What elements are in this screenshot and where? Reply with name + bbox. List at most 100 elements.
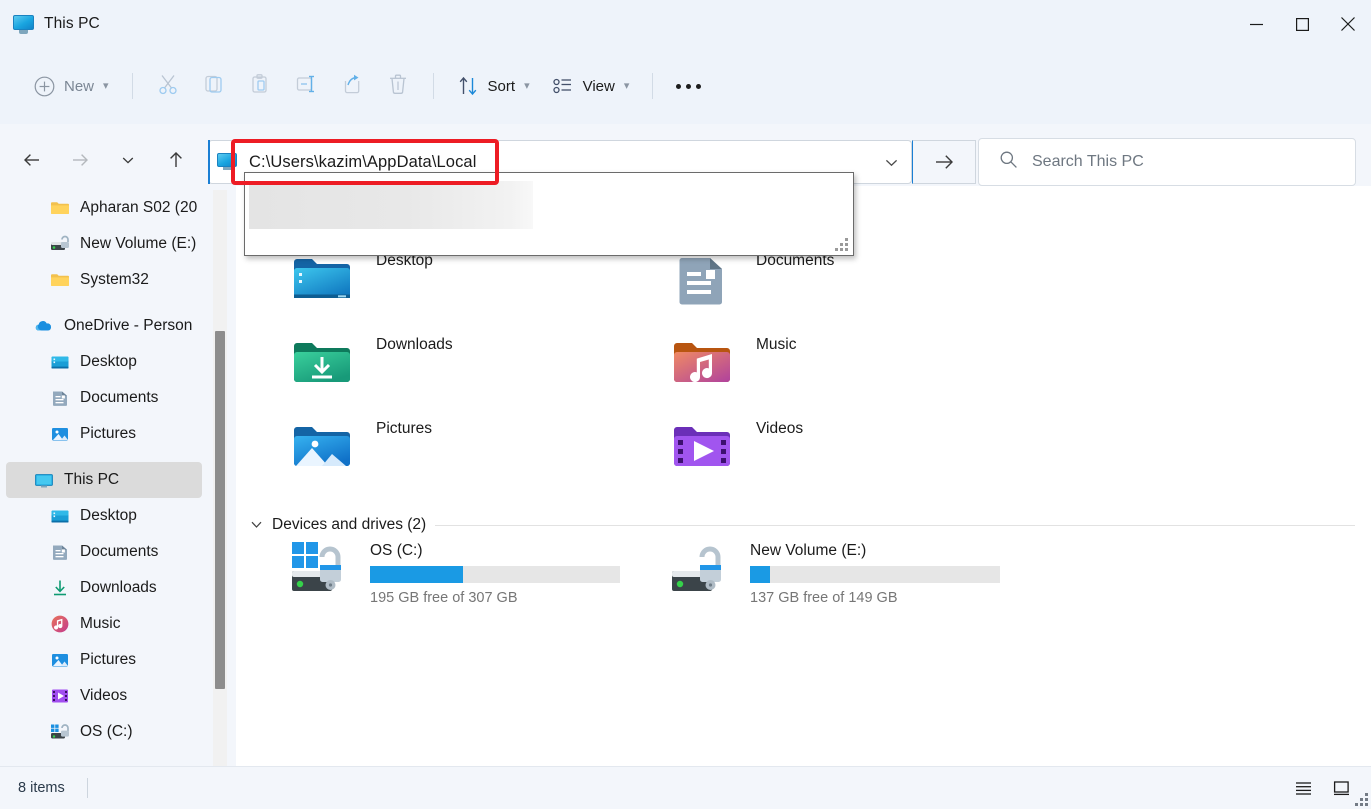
delete-button[interactable]	[375, 66, 421, 106]
music-note-icon	[50, 614, 70, 634]
rename-button[interactable]	[283, 66, 329, 106]
sidebar-item-label: Documents	[80, 389, 158, 407]
folder-tile-desktop[interactable]: Desktop	[290, 248, 670, 332]
view-button[interactable]: View ▾	[541, 66, 641, 106]
sidebar-item-apharan-s02[interactable]: Apharan S02 (20	[6, 190, 202, 226]
sidebar-item-os-c[interactable]: OS (C:)	[6, 714, 202, 750]
folder-tile-label: Downloads	[376, 332, 453, 354]
sidebar-item-label: Pictures	[80, 651, 136, 669]
navigation-pane[interactable]: Apharan S02 (20 New Volume (E:) System32…	[0, 186, 206, 766]
onedrive-cloud-icon	[34, 316, 54, 336]
folder-tile-music[interactable]: Music	[670, 332, 1050, 416]
desktop-folder-icon	[50, 506, 70, 526]
folder-tile-videos[interactable]: Videos	[670, 416, 1050, 500]
drive-usage-fill	[370, 566, 463, 583]
sidebar-item-onedrive-documents[interactable]: Documents	[6, 380, 202, 416]
sidebar-item-system32[interactable]: System32	[6, 262, 202, 298]
status-divider	[87, 778, 88, 798]
documents-folder-icon	[670, 248, 734, 312]
sidebar-item-desktop[interactable]: Desktop	[6, 498, 202, 534]
drive-name: New Volume (E:)	[750, 542, 866, 559]
copy-button[interactable]	[191, 66, 237, 106]
rename-icon	[295, 73, 317, 100]
this-pc-monitor-icon	[13, 15, 34, 34]
drive-icon	[670, 540, 736, 598]
view-button-label: View	[583, 78, 615, 95]
sort-button-label: Sort	[488, 78, 516, 95]
close-button[interactable]	[1325, 0, 1371, 48]
desktop-folder-icon	[290, 248, 354, 312]
back-arrow-icon	[22, 150, 42, 175]
music-folder-icon	[670, 332, 734, 396]
folder-tile-documents[interactable]: Documents	[670, 248, 1050, 332]
drive-tile-os-c[interactable]: OS (C:) 195 GB free of 307 GB	[290, 540, 670, 632]
list-view-toggle[interactable]	[1287, 773, 1319, 803]
documents-folder-icon	[50, 542, 70, 562]
sidebar-item-onedrive-pictures[interactable]: Pictures	[6, 416, 202, 452]
sidebar-item-label: Desktop	[80, 353, 137, 371]
search-box[interactable]: Search This PC	[978, 138, 1356, 186]
go-to-button[interactable]	[912, 140, 976, 184]
forward-button[interactable]	[62, 144, 98, 180]
details-view-toggle[interactable]	[1325, 773, 1357, 803]
sidebar-item-music[interactable]: Music	[6, 606, 202, 642]
sidebar-item-label: Documents	[80, 543, 158, 561]
file-list-pane[interactable]: Desktop Documents	[236, 186, 1371, 766]
sidebar-item-documents[interactable]: Documents	[6, 534, 202, 570]
sidebar-item-label: OneDrive - Person	[64, 317, 192, 335]
folder-icon	[50, 270, 70, 290]
view-list-icon	[552, 75, 574, 97]
address-suggestions-flyout[interactable]	[244, 172, 854, 256]
downloads-folder-icon	[290, 332, 354, 396]
folder-tile-downloads[interactable]: Downloads	[290, 332, 670, 416]
search-placeholder: Search This PC	[1032, 153, 1144, 171]
sidebar-item-label: New Volume (E:)	[80, 235, 196, 253]
chevron-down-icon[interactable]	[250, 518, 263, 533]
toolbar-divider-3	[652, 73, 653, 99]
flyout-resize-grip[interactable]	[836, 238, 849, 251]
sidebar-item-onedrive[interactable]: OneDrive - Person	[6, 308, 202, 344]
folder-tile-pictures[interactable]: Pictures	[290, 416, 670, 500]
devices-and-drives-header[interactable]: Devices and drives (2)	[236, 510, 1371, 540]
back-button[interactable]	[14, 144, 50, 180]
sidebar-item-label: Desktop	[80, 507, 137, 525]
drive-icon	[50, 234, 70, 254]
folder-tile-label: Videos	[756, 416, 803, 438]
pictures-folder-icon	[50, 650, 70, 670]
desktop-folder-icon	[50, 352, 70, 372]
sidebar-item-label: Videos	[80, 687, 127, 705]
sidebar-item-label: OS (C:)	[80, 723, 133, 741]
sidebar-item-this-pc[interactable]: This PC	[6, 462, 202, 498]
drive-tile-new-volume-e[interactable]: New Volume (E:) 137 GB free of 149 GB	[670, 540, 1050, 632]
drive-free-space: 137 GB free of 149 GB	[750, 590, 1000, 606]
address-bar-dropdown-button[interactable]	[871, 155, 911, 170]
new-button[interactable]: New ▾	[22, 66, 120, 106]
address-bar-input[interactable]	[237, 153, 871, 172]
cut-button[interactable]	[145, 66, 191, 106]
drive-info: New Volume (E:) 137 GB free of 149 GB	[750, 540, 1000, 606]
window-resize-grip[interactable]	[1355, 793, 1369, 807]
new-button-label: New	[64, 78, 94, 95]
paste-button[interactable]	[237, 66, 283, 106]
minimize-button[interactable]	[1233, 0, 1279, 48]
sidebar-item-pictures[interactable]: Pictures	[6, 642, 202, 678]
maximize-button[interactable]	[1279, 0, 1325, 48]
recent-locations-button[interactable]	[110, 144, 146, 180]
downloads-arrow-icon	[50, 578, 70, 598]
see-more-button[interactable]	[665, 66, 711, 106]
drive-name: OS (C:)	[370, 542, 423, 559]
title-bar: This PC	[0, 0, 1371, 48]
sort-arrows-icon	[457, 75, 479, 97]
group-title: Devices and drives (2)	[272, 516, 426, 534]
up-button[interactable]	[158, 144, 194, 180]
status-bar: 8 items	[0, 766, 1371, 809]
share-button[interactable]	[329, 66, 375, 106]
sidebar-item-onedrive-desktop[interactable]: Desktop	[6, 344, 202, 380]
sidebar-item-new-volume-e[interactable]: New Volume (E:)	[6, 226, 202, 262]
sidebar-item-downloads[interactable]: Downloads	[6, 570, 202, 606]
sidebar-item-videos[interactable]: Videos	[6, 678, 202, 714]
drive-usage-bar	[370, 566, 620, 583]
sidebar-scrollbar-thumb[interactable]	[215, 331, 225, 689]
sort-button[interactable]: Sort ▾	[446, 66, 541, 106]
ellipsis-icon	[676, 84, 701, 89]
